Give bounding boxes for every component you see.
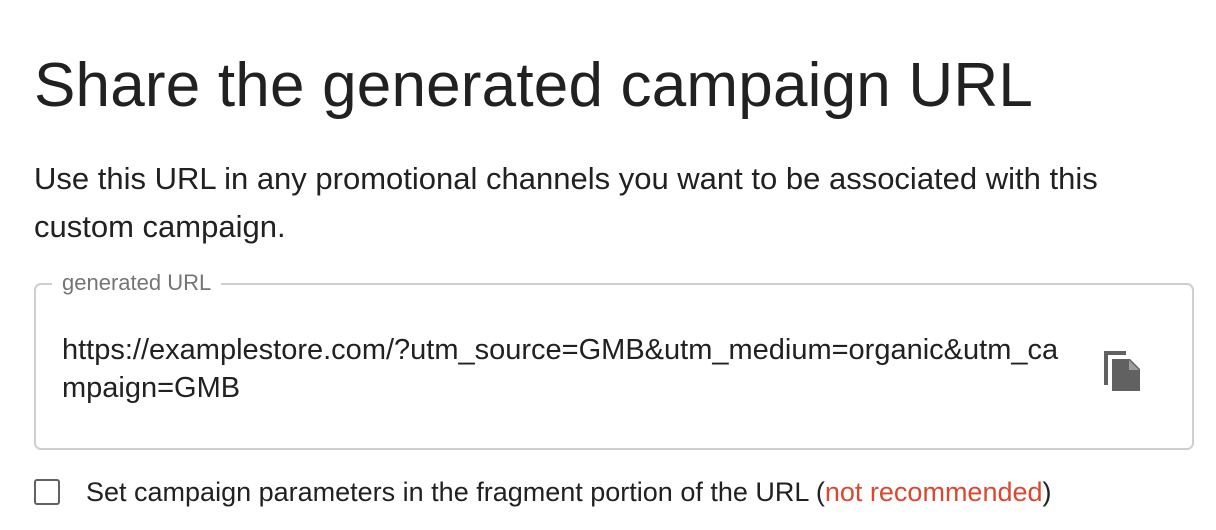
description-text: Use this URL in any promotional channels… bbox=[34, 161, 1098, 244]
paren-close: ) bbox=[1042, 477, 1052, 507]
page-title: Share the generated campaign URL bbox=[34, 51, 1034, 120]
campaign-url-panel: Share the generated campaign URL Use thi… bbox=[0, 0, 1216, 530]
fragment-option-label[interactable]: Set campaign parameters in the fragment … bbox=[86, 474, 1052, 510]
not-recommended-text: not recommended bbox=[824, 477, 1043, 507]
generated-url-label: generated URL bbox=[52, 269, 222, 297]
fragment-option-text: Set campaign parameters in the fragment … bbox=[86, 477, 809, 507]
copy-url-button[interactable] bbox=[1096, 341, 1146, 397]
generated-url-value[interactable]: https://examplestore.com/?utm_source=GMB… bbox=[62, 331, 1072, 407]
paren-open: ( bbox=[808, 477, 825, 507]
copy-icon bbox=[1104, 351, 1140, 391]
generated-url-field[interactable]: generated URL https://examplestore.com/?… bbox=[34, 269, 1194, 450]
fragment-checkbox[interactable] bbox=[34, 479, 60, 505]
fragment-option-row: Set campaign parameters in the fragment … bbox=[34, 472, 1052, 512]
